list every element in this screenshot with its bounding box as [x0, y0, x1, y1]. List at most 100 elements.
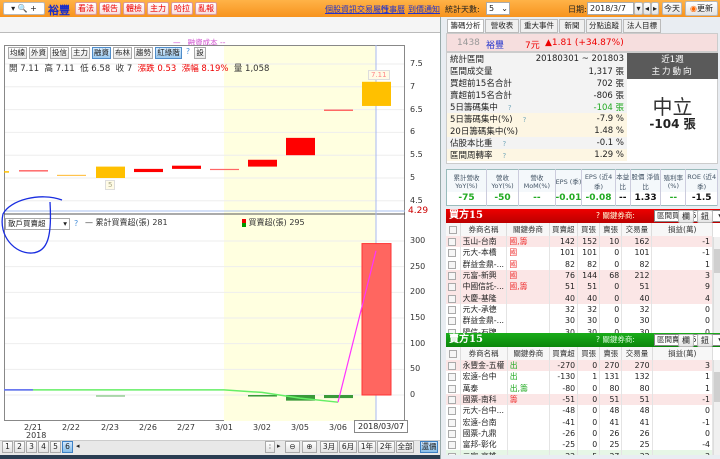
table-row[interactable]: 群益金鼎-... 國 82 82 0 82 1: [446, 258, 713, 270]
scroll-left-icon[interactable]: ◂: [76, 442, 80, 450]
indicator-button-item-9[interactable]: 設: [194, 47, 206, 59]
table-row[interactable]: 萬泰 出,籌 -80 0 80 80 1: [446, 382, 714, 394]
row-checkbox[interactable]: [446, 303, 461, 316]
toolbar-button-item-3[interactable]: 主力: [147, 2, 169, 15]
page-button-6[interactable]: 6: [62, 441, 73, 453]
table-row[interactable]: 富邦-彰化 -25 0 25 25 -4: [446, 439, 714, 451]
broker-name[interactable]: 元大-承德: [460, 303, 508, 316]
row-checkbox[interactable]: [446, 281, 461, 293]
toolbar-button-item-5[interactable]: 亂報: [195, 2, 217, 15]
row-checkbox[interactable]: [446, 439, 461, 451]
broker-name[interactable]: 富邦-彰化: [460, 439, 508, 451]
select-all-checkbox[interactable]: [446, 347, 461, 360]
row-checkbox[interactable]: [446, 382, 461, 394]
broker-name[interactable]: 中國信託-...: [460, 281, 508, 293]
toolbar-link-item-2[interactable]: 行事曆: [381, 4, 405, 15]
column-header[interactable]: 買賣超: [549, 223, 578, 236]
right-tab-item-5[interactable]: 法人目標: [623, 19, 661, 33]
table-row[interactable]: 玉山-台南 國,籌 142 152 10 162 -1: [446, 236, 713, 248]
page-button-4[interactable]: 4: [38, 441, 49, 453]
table-row[interactable]: 陽信-石牌 30 30 0 30 0: [446, 326, 713, 333]
toolbar-button-item-0[interactable]: 看法: [75, 2, 97, 15]
table-row[interactable]: 元富-新興國 76 144 68 212 3: [446, 269, 713, 282]
broker-name[interactable]: 永豐金-五權: [460, 360, 508, 372]
indicator-button-item-5[interactable]: 布林: [113, 47, 132, 59]
column-header[interactable]: 損益(萬): [652, 347, 714, 360]
zoom-in-icon[interactable]: ⊕: [302, 441, 317, 453]
row-checkbox[interactable]: [446, 247, 461, 259]
indicator-button-item-4[interactable]: 融資: [92, 47, 111, 59]
table-row[interactable]: 元大-台中... -48 0 48 48 0: [446, 405, 714, 417]
stock-search-box[interactable]: ▾ 🔍 +: [3, 2, 45, 15]
page-button-2[interactable]: 2: [14, 441, 25, 453]
indicator-button-item-1[interactable]: 外資: [29, 47, 48, 59]
broker-name[interactable]: 群益金鼎-...: [460, 315, 508, 327]
date-input[interactable]: 2018/3/7: [587, 2, 634, 15]
table-row[interactable]: 元富-高雄 -2252732-3: [446, 450, 714, 455]
page-button-1[interactable]: 1: [2, 441, 13, 453]
column-header[interactable]: 交易量: [621, 347, 653, 360]
row-checkbox[interactable]: [446, 393, 461, 406]
row-checkbox[interactable]: [446, 269, 461, 282]
page-button-5[interactable]: 5: [50, 441, 61, 453]
broker-name[interactable]: 元大-本橋: [460, 247, 508, 259]
indicator-button-item-3[interactable]: 主力: [71, 47, 90, 59]
help-icon[interactable]: ?: [503, 140, 507, 148]
indicator-button-item-2[interactable]: 投信: [50, 47, 69, 59]
range-button-item-3[interactable]: 2年: [377, 441, 395, 453]
help-icon[interactable]: ?: [184, 47, 192, 59]
range-button-item-1[interactable]: 6月: [339, 441, 357, 453]
table-row[interactable]: 元大-本橋國 101 101 0 101 -1: [446, 247, 713, 259]
toolbar-button-item-4[interactable]: 哈拉: [171, 2, 193, 15]
column-header[interactable]: 買張: [577, 347, 601, 360]
row-checkbox[interactable]: [446, 450, 461, 455]
broker-name[interactable]: 群益金鼎-...: [460, 258, 508, 270]
column-header[interactable]: 買賣超: [549, 347, 579, 360]
indicator-button-item-0[interactable]: 均線: [8, 47, 27, 59]
row-checkbox[interactable]: [446, 236, 461, 248]
scrollbar-thumb[interactable]: ⦙: [265, 441, 275, 453]
buy-columns-button[interactable]: 欄: [678, 210, 694, 223]
row-checkbox[interactable]: [446, 326, 461, 333]
sell-scroll-thumb[interactable]: [714, 372, 720, 402]
broker-name[interactable]: 陽信-石牌: [460, 326, 508, 333]
prev-date-button[interactable]: ◂: [643, 2, 651, 15]
zoom-out-icon[interactable]: ⊖: [285, 441, 300, 453]
table-row[interactable]: 國票-九鼎 -26 0 26 26 0: [446, 427, 714, 440]
broker-name[interactable]: 元富-高雄: [460, 450, 508, 455]
indicator-button-item-7[interactable]: 紅綠階: [155, 47, 182, 59]
row-checkbox[interactable]: [446, 258, 461, 270]
broker-name[interactable]: 萬泰: [460, 382, 508, 394]
help-icon[interactable]: ?: [503, 152, 507, 160]
column-header[interactable]: 賣張: [599, 223, 623, 236]
help-icon[interactable]: ?: [74, 219, 78, 228]
column-header[interactable]: 交易量: [621, 223, 653, 236]
date-dropdown-button[interactable]: ▾: [634, 2, 643, 15]
column-header[interactable]: 券商名稱: [460, 223, 508, 236]
row-checkbox[interactable]: [446, 427, 461, 440]
column-header[interactable]: 賣張: [599, 347, 623, 360]
right-tab-item-0[interactable]: 籌碼分析: [447, 19, 484, 33]
broker-name[interactable]: 宏遠-台南: [460, 416, 508, 428]
sell-columns-button[interactable]: 欄: [678, 334, 694, 347]
buy-scrollbar[interactable]: [713, 237, 720, 333]
next-date-button[interactable]: ▸: [651, 2, 659, 15]
table-row[interactable]: 宏遠-台南 -41 0 41 41 -1: [446, 416, 714, 428]
help-icon[interactable]: ?: [523, 116, 527, 124]
right-tab-item-3[interactable]: 新聞: [559, 19, 585, 33]
table-row[interactable]: 宏遠-台中出 -130 1 131 132 1: [446, 371, 714, 383]
column-header[interactable]: 關鍵券商: [506, 223, 550, 236]
scroll-right-icon[interactable]: ▸: [277, 442, 281, 450]
range-button-item-4[interactable]: 全部: [396, 441, 414, 453]
refresh-button[interactable]: ◉更新: [685, 1, 718, 16]
toolbar-button-item-1[interactable]: 報告: [99, 2, 121, 15]
sell-scrollbar[interactable]: [713, 360, 720, 455]
broker-name[interactable]: 大慶-基隆: [460, 292, 508, 304]
toolbar-button-item-2[interactable]: 體檢: [123, 2, 145, 15]
table-row[interactable]: 元大-承德 32 32 0 32 0: [446, 303, 713, 316]
days-select[interactable]: 5 ⌄: [486, 2, 510, 15]
row-checkbox[interactable]: [446, 360, 461, 372]
table-row[interactable]: 大慶-基隆 40 40 0 40 4: [446, 292, 713, 304]
today-button[interactable]: 今天: [662, 2, 682, 15]
column-header[interactable]: 買張: [577, 223, 601, 236]
